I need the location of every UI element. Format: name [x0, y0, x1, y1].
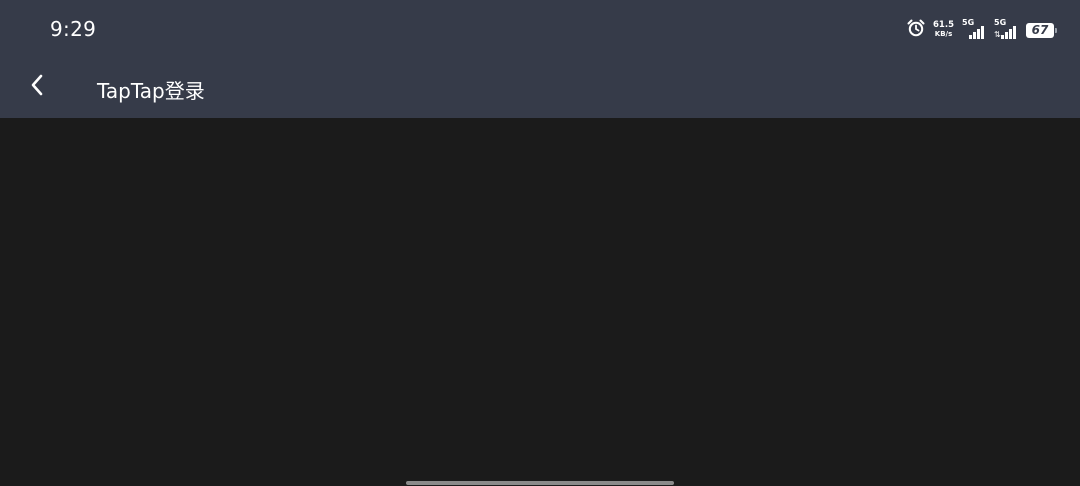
signal-icon: 5G	[962, 19, 986, 41]
nav-bar: TapTap登录	[0, 60, 1080, 118]
status-icons: 61.5 KB/s 5G 5G ⇅ 67	[907, 18, 1057, 42]
app-header: 9:29 61.5 KB/s 5G 5G ⇅ 67 TapTap登录	[0, 0, 1080, 118]
status-time: 9:29	[50, 17, 97, 41]
battery-icon: 67	[1026, 22, 1057, 38]
chevron-left-icon	[29, 73, 45, 101]
signal-2-label: 5G	[994, 18, 1007, 27]
battery-level: 67	[1031, 23, 1049, 37]
network-speed-value: 61.5	[933, 20, 954, 30]
page-title: TapTap登录	[97, 79, 205, 103]
home-indicator[interactable]	[406, 481, 674, 485]
signal-1-label: 5G	[962, 18, 975, 27]
network-speed: 61.5 KB/s	[933, 21, 954, 39]
webview-content	[0, 118, 1080, 486]
status-bar: 9:29 61.5 KB/s 5G 5G ⇅ 67	[0, 0, 1080, 60]
network-speed-unit: KB/s	[934, 30, 953, 38]
back-button[interactable]	[20, 70, 54, 104]
signal-icon: 5G ⇅	[994, 19, 1018, 41]
alarm-icon	[907, 19, 925, 41]
